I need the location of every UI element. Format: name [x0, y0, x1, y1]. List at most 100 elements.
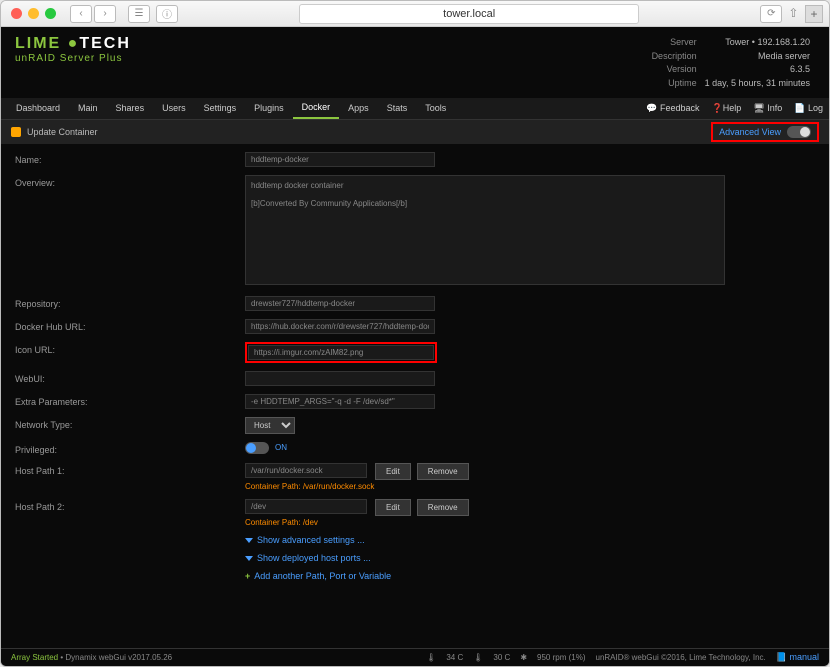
fan-icon: ✱: [520, 653, 527, 662]
container-icon: [11, 127, 21, 137]
icon-url-highlight: [245, 342, 437, 363]
desc-label: Description: [470, 51, 700, 63]
address-bar-wrap: tower.local: [184, 4, 754, 24]
nav-arrows: ‹ ›: [70, 5, 116, 23]
hp2-container-path: Container Path: /dev: [245, 518, 469, 527]
share-icon[interactable]: ⇧: [788, 6, 798, 21]
minimize-icon[interactable]: [28, 8, 39, 19]
temp1: 34 C: [446, 653, 463, 662]
hp2-remove-button[interactable]: Remove: [417, 499, 469, 516]
tab-plugins[interactable]: Plugins: [245, 98, 293, 118]
logo-leaf-icon: ●: [68, 35, 80, 52]
close-icon[interactable]: [11, 8, 22, 19]
info-link[interactable]: 🖥 Info: [753, 103, 782, 114]
server-uptime: 1 day, 5 hours, 31 minutes: [702, 78, 813, 90]
repo-input[interactable]: [245, 296, 435, 311]
tab-main[interactable]: Main: [69, 98, 107, 118]
ver-label: Version: [470, 64, 700, 76]
tab-settings[interactable]: Settings: [195, 98, 246, 118]
new-tab-button[interactable]: +: [805, 5, 823, 23]
tab-shares[interactable]: Shares: [107, 98, 154, 118]
name-label: Name:: [15, 152, 245, 165]
hp1-label: Host Path 1:: [15, 463, 245, 476]
address-bar[interactable]: tower.local: [299, 4, 639, 24]
tab-docker[interactable]: Docker: [293, 97, 340, 119]
show-ports-link[interactable]: Show deployed host ports ...: [245, 553, 371, 563]
webui-input[interactable]: [245, 371, 435, 386]
uptime-label: Uptime: [470, 78, 700, 90]
log-link[interactable]: 📄 Log: [794, 103, 823, 114]
footer: Array Started • Dynamix webGui v2017.05.…: [1, 648, 829, 666]
hp2-input[interactable]: [245, 499, 367, 514]
logo-text-1: LIME: [15, 35, 61, 52]
feedback-link[interactable]: 💬 Feedback: [646, 103, 699, 114]
hp2-label: Host Path 2:: [15, 499, 245, 512]
webui-label: WebUI:: [15, 371, 245, 384]
hub-label: Docker Hub URL:: [15, 319, 245, 332]
main-tabs: Dashboard Main Shares Users Settings Plu…: [1, 98, 829, 120]
app-body: LIME ●TECH unRAID Server Plus ServerTowe…: [1, 27, 829, 666]
tab-tools[interactable]: Tools: [416, 98, 455, 118]
tab-stats[interactable]: Stats: [378, 98, 417, 118]
name-input[interactable]: [245, 152, 435, 167]
logo: LIME ●TECH unRAID Server Plus: [15, 35, 131, 92]
tab-users[interactable]: Users: [153, 98, 195, 118]
back-button[interactable]: ‹: [70, 5, 92, 23]
fan-rpm: 950 rpm (1%): [537, 653, 585, 662]
priv-on-text: ON: [275, 443, 287, 452]
server-name: Tower • 192.168.1.20: [702, 37, 813, 49]
maximize-icon[interactable]: [45, 8, 56, 19]
array-status: Array Started: [11, 653, 58, 662]
sidebar-button[interactable]: ☰: [128, 5, 150, 23]
page-title: Update Container: [27, 127, 98, 137]
tab-apps[interactable]: Apps: [339, 98, 378, 118]
advanced-view-link[interactable]: Advanced View: [719, 127, 781, 137]
reader-button[interactable]: ⓘ: [156, 5, 178, 23]
show-advanced-link[interactable]: Show advanced settings ...: [245, 535, 365, 545]
forward-button[interactable]: ›: [94, 5, 116, 23]
overview-textarea[interactable]: hddtemp docker container [b]Converted By…: [245, 175, 725, 285]
tab-right: 💬 Feedback ❓Help 🖥 Info 📄 Log: [646, 103, 823, 114]
copyright: unRAID® webGui ©2016, Lime Technology, I…: [596, 653, 766, 662]
hp2-edit-button[interactable]: Edit: [375, 499, 411, 516]
manual-link[interactable]: 📘 manual: [776, 652, 819, 663]
extra-label: Extra Parameters:: [15, 394, 245, 407]
form-area: Name: Overview:hddtemp docker container …: [1, 144, 829, 648]
browser-window: ‹ › ☰ ⓘ tower.local ⟳ ⇧ ⧉ + LIME ●TECH u…: [0, 0, 830, 667]
dynamix-version: • Dynamix webGui v2017.05.26: [60, 653, 172, 662]
hub-input[interactable]: [245, 319, 435, 334]
hp1-edit-button[interactable]: Edit: [375, 463, 411, 480]
logo-text-2: TECH: [79, 35, 131, 52]
help-link[interactable]: ❓Help: [712, 103, 742, 114]
icon-label: Icon URL:: [15, 342, 245, 355]
overview-label: Overview:: [15, 175, 245, 188]
hp1-remove-button[interactable]: Remove: [417, 463, 469, 480]
advanced-view-toggle[interactable]: [787, 126, 811, 138]
repo-label: Repository:: [15, 296, 245, 309]
titlebar: ‹ › ☰ ⓘ tower.local ⟳ ⇧ ⧉ +: [1, 1, 829, 27]
server-desc: Media server: [702, 51, 813, 63]
hp1-input[interactable]: [245, 463, 367, 478]
tab-dashboard[interactable]: Dashboard: [7, 98, 69, 118]
temp2: 30 C: [493, 653, 510, 662]
window-controls: [11, 8, 56, 19]
icon-input[interactable]: [248, 345, 434, 360]
add-path-link[interactable]: Add another Path, Port or Variable: [245, 571, 391, 581]
sub-bar: Update Container Advanced View: [1, 120, 829, 144]
hp1-container-path: Container Path: /var/run/docker.sock: [245, 482, 469, 491]
net-select[interactable]: Host: [245, 417, 295, 434]
server-label: Server: [470, 37, 700, 49]
priv-label: Privileged:: [15, 442, 245, 455]
priv-toggle[interactable]: [245, 442, 269, 454]
advanced-view-highlight: Advanced View: [711, 122, 819, 142]
app-header: LIME ●TECH unRAID Server Plus ServerTowe…: [1, 27, 829, 98]
cpu-temp-icon: 🌡: [426, 653, 436, 662]
net-label: Network Type:: [15, 417, 245, 430]
mb-temp-icon: 🌡: [473, 653, 483, 662]
extra-input[interactable]: [245, 394, 435, 409]
server-info: ServerTower • 192.168.1.20 DescriptionMe…: [468, 35, 815, 92]
logo-sub: unRAID Server Plus: [15, 53, 131, 64]
reload-button[interactable]: ⟳: [760, 5, 782, 23]
subbar-left: Update Container: [11, 127, 98, 137]
server-version: 6.3.5: [702, 64, 813, 76]
